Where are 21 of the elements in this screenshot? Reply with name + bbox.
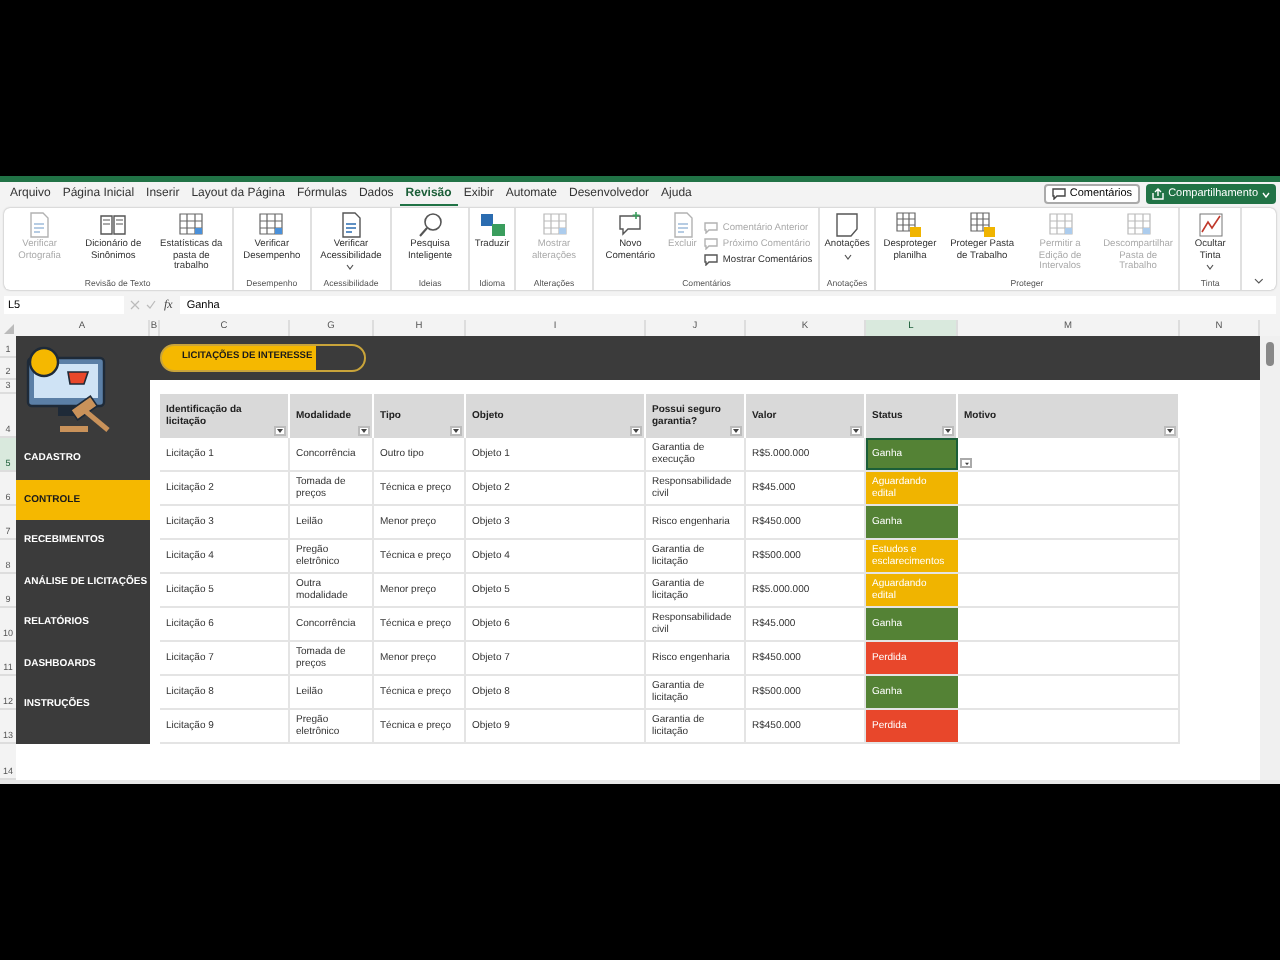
filter-button[interactable]: [850, 426, 862, 436]
table-icon: [1047, 212, 1074, 238]
comment-icon: [1051, 188, 1066, 200]
filter-button[interactable]: [942, 426, 954, 436]
filter-button[interactable]: [630, 426, 642, 436]
filter-button[interactable]: [730, 426, 742, 436]
filter-button[interactable]: [450, 426, 462, 436]
filter-button[interactable]: [1164, 426, 1176, 436]
table-icon: [1125, 212, 1152, 238]
dropdown-button[interactable]: [960, 458, 972, 468]
filter-button[interactable]: [274, 426, 286, 436]
check-icon[interactable]: [146, 300, 156, 310]
collapse-ribbon-icon[interactable]: [1254, 278, 1264, 284]
scrollbar[interactable]: [1260, 336, 1280, 780]
table-icon: [541, 212, 568, 238]
caret-icon: [1262, 191, 1270, 197]
filter-button[interactable]: [358, 426, 370, 436]
translate-icon: [479, 212, 506, 238]
share-icon: [1152, 188, 1165, 200]
document-icon: [669, 212, 696, 238]
document-icon: [26, 212, 53, 238]
